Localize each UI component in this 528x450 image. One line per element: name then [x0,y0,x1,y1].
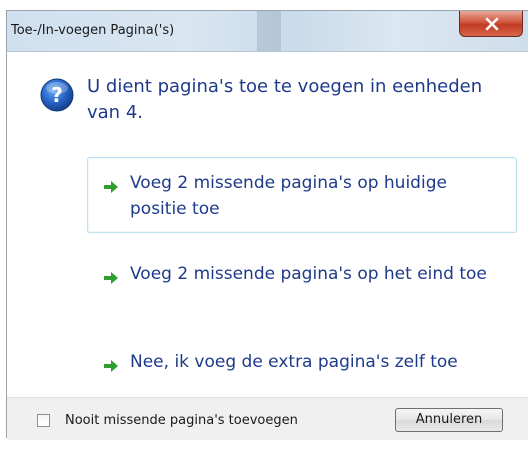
close-icon [485,17,499,31]
option-label: Voeg 2 missende pagina's op huidige posi… [130,173,447,219]
green-arrow-icon [104,360,118,372]
instruction-text: U dient pagina's toe te voegen in eenhed… [87,76,483,123]
title-bar[interactable]: Toe-/In-voegen Pagina('s) [7,11,528,52]
cancel-button[interactable]: Annuleren [395,408,503,432]
option-label: Voeg 2 missende pagina's op het eind toe [130,264,487,284]
close-button[interactable] [459,11,523,37]
option-insert-at-current-position[interactable]: Voeg 2 missende pagina's op huidige posi… [87,157,517,233]
checkbox-label[interactable]: Nooit missende pagina's toevoegen [65,413,298,428]
dialog-footer: Nooit missende pagina's toevoegen Annule… [7,397,528,440]
dialog-window: Toe-/In-voegen Pagina('s) ? U dient pagi… [6,10,528,440]
green-arrow-icon [104,272,118,284]
question-icon: ? [40,78,74,112]
window-title: Toe-/In-voegen Pagina('s) [11,23,175,38]
option-label: Nee, ik voeg de extra pagina's zelf toe [130,352,458,372]
title-bar-shade [257,11,281,51]
never-add-missing-pages-checkbox[interactable] [37,414,50,427]
dialog-content: ? U dient pagina's toe te voegen in eenh… [7,52,528,397]
svg-text:?: ? [51,83,63,107]
option-add-pages-myself[interactable]: Nee, ik voeg de extra pagina's zelf toe [87,336,517,388]
green-arrow-icon [104,181,118,193]
option-insert-at-end[interactable]: Voeg 2 missende pagina's op het eind toe [87,248,517,324]
